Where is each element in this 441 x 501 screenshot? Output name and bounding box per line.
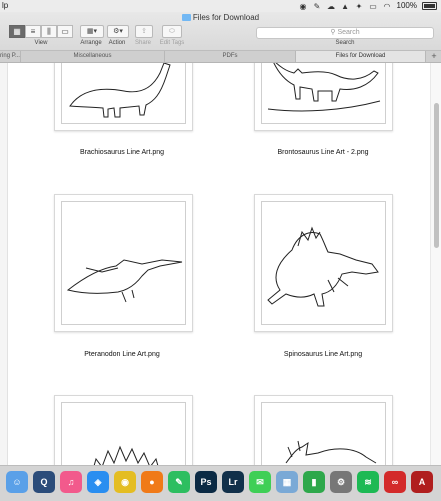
itunes-icon[interactable]: ♫ <box>60 471 82 493</box>
gallery-view-button[interactable]: ▭ <box>57 25 73 38</box>
stegosaurus-drawing <box>93 445 159 465</box>
file-thumbnail-brachiosaurus[interactable] <box>54 63 193 131</box>
window-title: Files for Download <box>0 13 441 22</box>
file-browser: Brachiosaurus Line Art.png Brontosaurus … <box>0 63 431 465</box>
thumbnail-image <box>61 201 186 325</box>
app-menu-fragment[interactable]: lp <box>2 0 8 12</box>
numbers-icon[interactable]: ▮ <box>303 471 325 493</box>
action-label: Action <box>108 40 126 46</box>
edit-tags-button[interactable]: ⬭ <box>162 25 182 38</box>
acrobat-icon[interactable]: A <box>411 471 433 493</box>
list-view-button[interactable]: ≡ <box>25 25 41 38</box>
file-thumbnail-brontosaurus[interactable] <box>254 63 393 131</box>
dropbox-icon[interactable]: ✦ <box>355 2 364 11</box>
safari-icon[interactable]: ◈ <box>87 471 109 493</box>
cloud-icon[interactable]: ☁ <box>327 2 336 11</box>
pteranodon-drawing <box>66 259 183 303</box>
firefox-icon[interactable]: ● <box>141 471 163 493</box>
file-name[interactable]: Spinosaurus Line Art.png <box>243 351 403 358</box>
battery-icon[interactable] <box>422 2 437 10</box>
arrange-label: Arrange <box>80 40 102 46</box>
quicktime-icon[interactable]: Q <box>33 471 55 493</box>
view-label: View <box>34 40 48 46</box>
evernote-menubar-icon[interactable]: ✎ <box>313 2 322 11</box>
system-preferences-icon[interactable]: ⚙ <box>330 471 352 493</box>
brontosaurus-drawing <box>267 63 381 112</box>
share-button[interactable]: ⇪ <box>135 25 153 38</box>
search-label: Search <box>335 40 355 46</box>
wifi-icon[interactable]: ◠ <box>383 2 392 11</box>
column-view-button[interactable]: ⫼ <box>41 25 57 38</box>
preview-icon[interactable]: ▦ <box>276 471 298 493</box>
thumbnail-image <box>61 63 186 124</box>
lightroom-icon[interactable]: Lr <box>222 471 244 493</box>
share-label: Share <box>134 40 151 46</box>
brachiosaurus-drawing <box>69 63 171 118</box>
spotify-icon[interactable]: ≋ <box>357 471 379 493</box>
photoshop-icon[interactable]: Ps <box>195 471 217 493</box>
triceratops-drawing <box>285 440 377 464</box>
window-title-text: Files for Download <box>192 13 260 22</box>
file-name[interactable]: Brachiosaurus Line Art.png <box>42 149 202 156</box>
tab-truncated[interactable]: ring P... <box>0 51 21 62</box>
thumbnail-image <box>61 402 186 465</box>
dock: ☺ Q ♫ ◈ ◉ ● ✎ Ps Lr ✉ ▦ ▮ ⚙ ≋ ∞ A <box>0 465 441 501</box>
finder-toolbar: Files for Download ▦ ≡ ⫼ ▭ View ▦▾ Arran… <box>0 12 441 51</box>
search-input[interactable]: ⚲ Search <box>256 27 434 39</box>
icon-view-button[interactable]: ▦ <box>9 25 25 38</box>
evernote-icon[interactable]: ✎ <box>168 471 190 493</box>
folder-icon <box>181 14 191 21</box>
tab-bar: ring P... Miscellaneous PDFs Files for D… <box>0 51 441 63</box>
spinosaurus-drawing <box>267 226 379 307</box>
add-tab-button[interactable]: + <box>427 51 441 62</box>
finder-icon[interactable]: ☺ <box>6 471 28 493</box>
chrome-icon[interactable]: ◉ <box>114 471 136 493</box>
tab-miscellaneous[interactable]: Miscellaneous <box>21 51 165 62</box>
file-thumbnail-partial[interactable] <box>54 395 193 465</box>
edit-tags-control: ⬭ <box>162 25 182 38</box>
file-thumbnail-spinosaurus[interactable] <box>254 194 393 332</box>
tab-files-for-download[interactable]: Files for Download <box>296 51 426 62</box>
battery-percent[interactable]: 100% <box>397 0 417 12</box>
file-name[interactable]: Pteranodon Line Art.png <box>42 351 202 358</box>
file-thumbnail-partial[interactable] <box>254 395 393 465</box>
scrollbar-thumb[interactable] <box>434 103 439 248</box>
share-control: ⇪ <box>135 25 153 38</box>
action-button[interactable]: ⚙▾ <box>107 25 129 38</box>
thumbnail-image <box>261 63 386 124</box>
file-name[interactable]: Brontosaurus Line Art - 2.png <box>243 149 403 156</box>
status-area: ◉ ✎ ☁ ▲ ✦ ▭ ◠ 100% <box>299 0 437 12</box>
edit-tags-label: Edit Tags <box>159 40 185 46</box>
view-switcher: ▦ ≡ ⫼ ▭ <box>9 25 73 38</box>
thumbnail-image <box>261 402 386 465</box>
thumbnail-image <box>261 201 386 325</box>
menubar: lp ◉ ✎ ☁ ▲ ✦ ▭ ◠ 100% <box>0 0 441 12</box>
file-thumbnail-pteranodon[interactable] <box>54 194 193 332</box>
vertical-scrollbar[interactable] <box>430 63 441 465</box>
arrange-control: ▦▾ <box>80 25 104 38</box>
creative-cloud-icon[interactable]: ∞ <box>384 471 406 493</box>
messages-icon[interactable]: ✉ <box>249 471 271 493</box>
display-icon[interactable]: ▭ <box>369 2 378 11</box>
cellular-icon[interactable]: ▲ <box>341 2 350 11</box>
action-control: ⚙▾ <box>107 25 129 38</box>
tab-pdfs[interactable]: PDFs <box>165 51 296 62</box>
arrange-button[interactable]: ▦▾ <box>80 25 104 38</box>
record-icon[interactable]: ◉ <box>299 2 308 11</box>
search-placeholder: Search <box>337 29 360 36</box>
sidebar-edge <box>0 63 8 465</box>
